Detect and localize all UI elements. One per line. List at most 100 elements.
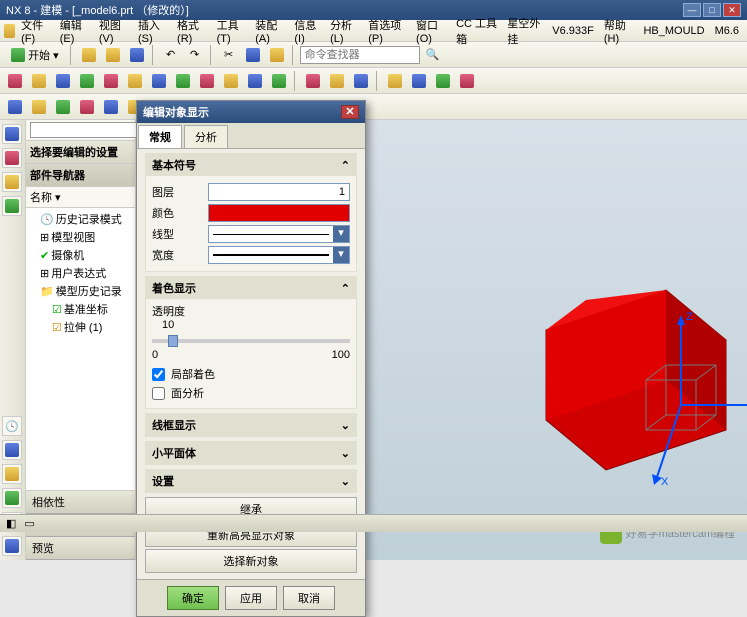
nav-roles-icon[interactable] xyxy=(2,440,22,460)
section-wireframe-header[interactable]: 线框显示⌄ xyxy=(146,414,356,436)
menu-tools[interactable]: 工具(T) xyxy=(213,15,250,47)
nav-part-icon[interactable] xyxy=(2,148,22,168)
tab-general[interactable]: 常规 xyxy=(138,125,182,148)
tab-analysis[interactable]: 分析 xyxy=(184,125,228,148)
tree-datum-csys[interactable]: ☑基准坐标 xyxy=(28,300,133,318)
maximize-button[interactable]: □ xyxy=(703,3,721,17)
subtract-button[interactable] xyxy=(244,70,266,92)
menu-edit[interactable]: 编辑(E) xyxy=(56,15,93,47)
dialog-titlebar[interactable]: 编辑对象显示 ✕ xyxy=(137,101,365,123)
extrude-button[interactable] xyxy=(28,70,50,92)
copy-button[interactable] xyxy=(242,44,264,66)
start-dropdown[interactable]: 开始 ▾ xyxy=(4,44,66,66)
save-button[interactable] xyxy=(126,44,148,66)
menu-prefs[interactable]: 首选项(P) xyxy=(364,15,410,47)
close-button[interactable]: ✕ xyxy=(723,3,741,17)
tree-expressions[interactable]: ⊞用户表达式 xyxy=(28,264,133,282)
menu-analysis[interactable]: 分析(L) xyxy=(326,15,362,47)
nav-misc3-icon[interactable] xyxy=(2,536,22,556)
select-new-button[interactable]: 选择新对象 xyxy=(145,549,357,573)
intersect-button[interactable] xyxy=(268,70,290,92)
minimize-button[interactable]: — xyxy=(683,3,701,17)
hole-button[interactable] xyxy=(76,70,98,92)
chamfer-icon xyxy=(128,74,142,88)
dialog-close-button[interactable]: ✕ xyxy=(341,105,359,119)
section-settings-header[interactable]: 设置⌄ xyxy=(146,470,356,492)
section-facet-header[interactable]: 小平面体⌄ xyxy=(146,442,356,464)
toolbar-feature xyxy=(0,68,747,94)
cone-button[interactable] xyxy=(432,70,454,92)
menu-file[interactable]: 文件(F) xyxy=(17,15,54,47)
preview-panel[interactable]: 预览 xyxy=(26,537,135,560)
sketch-button[interactable] xyxy=(4,70,26,92)
dependency-panel[interactable]: 相依性 xyxy=(26,491,135,514)
shell-button[interactable] xyxy=(148,70,170,92)
undo-button[interactable]: ↶ xyxy=(160,44,182,66)
cut-button[interactable]: ✂ xyxy=(218,44,240,66)
width-combo[interactable]: ▾ xyxy=(208,246,350,264)
apply-button[interactable]: 应用 xyxy=(225,586,277,610)
mold-btn-4[interactable] xyxy=(76,96,98,118)
paste-button[interactable] xyxy=(266,44,288,66)
menu-insert[interactable]: 插入(S) xyxy=(134,15,171,47)
tree-model-views[interactable]: ⊞模型视图 xyxy=(28,228,133,246)
menu-ver[interactable]: V6.933F xyxy=(548,23,598,39)
revolve-button[interactable] xyxy=(52,70,74,92)
mirror-button[interactable] xyxy=(196,70,218,92)
model-3d[interactable]: Z Y X xyxy=(486,250,747,500)
layer-input[interactable] xyxy=(208,183,350,201)
menu-m66[interactable]: M6.6 xyxy=(711,23,743,39)
cancel-button[interactable]: 取消 xyxy=(283,586,335,610)
datum-plane-button[interactable] xyxy=(302,70,324,92)
transparency-slider[interactable] xyxy=(152,339,350,343)
mold-btn-2[interactable] xyxy=(28,96,50,118)
local-shade-checkbox[interactable] xyxy=(152,368,165,381)
linetype-label: 线型 xyxy=(152,226,202,242)
menu-xk[interactable]: 星空外挂 xyxy=(503,13,546,49)
ok-button[interactable]: 确定 xyxy=(167,586,219,610)
nav-history-icon[interactable]: 🕓 xyxy=(2,416,22,436)
nav-misc1-icon[interactable] xyxy=(2,488,22,508)
unite-button[interactable] xyxy=(220,70,242,92)
mold-btn-1[interactable] xyxy=(4,96,26,118)
tree-history-mode[interactable]: 🕓历史记录模式 xyxy=(28,210,133,228)
menu-window[interactable]: 窗口(O) xyxy=(412,15,450,47)
command-finder-input[interactable] xyxy=(300,46,420,64)
menu-assembly[interactable]: 装配(A) xyxy=(251,15,288,47)
nav-reuse-icon[interactable] xyxy=(2,172,22,192)
paste-icon xyxy=(270,48,284,62)
cylinder-button[interactable] xyxy=(408,70,430,92)
sphere-button[interactable] xyxy=(456,70,478,92)
chamfer-button[interactable] xyxy=(124,70,146,92)
menu-hbmould[interactable]: HB_MOULD xyxy=(639,23,708,39)
face-analysis-checkbox[interactable] xyxy=(152,387,165,400)
nav-sys-icon[interactable] xyxy=(2,464,22,484)
menu-view[interactable]: 视图(V) xyxy=(95,15,132,47)
mold-btn-5[interactable] xyxy=(100,96,122,118)
new-button[interactable] xyxy=(78,44,100,66)
redo-button[interactable]: ↷ xyxy=(184,44,206,66)
tree-extrude-1[interactable]: ☑拉伸 (1) xyxy=(28,318,133,336)
cube-button[interactable] xyxy=(384,70,406,92)
datum-axis-button[interactable] xyxy=(326,70,348,92)
pattern-button[interactable] xyxy=(172,70,194,92)
section-basic-header[interactable]: 基本符号⌃ xyxy=(146,154,356,176)
datum-csys-button[interactable] xyxy=(350,70,372,92)
blend-button[interactable] xyxy=(100,70,122,92)
tree-model-history[interactable]: 📁模型历史记录 xyxy=(28,282,133,300)
menu-help[interactable]: 帮助(H) xyxy=(600,15,638,47)
name-column-header[interactable]: 名称 ▾ xyxy=(26,187,135,208)
nav-html-icon[interactable] xyxy=(2,196,22,216)
search-button[interactable]: 🔍 xyxy=(422,44,444,66)
linetype-combo[interactable]: ▾ xyxy=(208,225,350,243)
open-button[interactable] xyxy=(102,44,124,66)
menu-cc[interactable]: CC 工具箱 xyxy=(452,13,501,49)
menu-info[interactable]: 信息(I) xyxy=(290,15,324,47)
slider-thumb[interactable] xyxy=(168,335,178,347)
menu-format[interactable]: 格式(R) xyxy=(173,15,211,47)
section-shade-header[interactable]: 着色显示⌃ xyxy=(146,277,356,299)
color-picker[interactable] xyxy=(208,204,350,222)
nav-assembly-icon[interactable] xyxy=(2,124,22,144)
tree-cameras[interactable]: ✔摄像机 xyxy=(28,246,133,264)
mold-btn-3[interactable] xyxy=(52,96,74,118)
